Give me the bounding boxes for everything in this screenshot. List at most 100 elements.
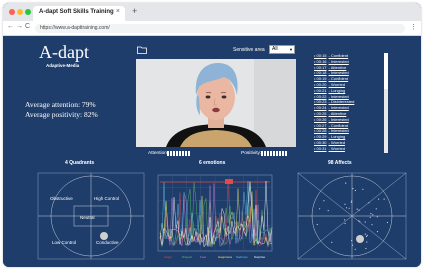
attention-meter-segment bbox=[176, 151, 178, 156]
log-entry-time: 00:23 bbox=[316, 99, 327, 105]
back-icon[interactable]: ← bbox=[7, 23, 14, 30]
log-entry-time: 00:31 bbox=[316, 145, 327, 151]
affect-point bbox=[344, 219, 346, 221]
attention-meter-segment bbox=[185, 151, 187, 156]
log-entry-label: Longing bbox=[330, 87, 346, 93]
log-entry[interactable]: • 00:31- Worried bbox=[314, 146, 386, 152]
log-entry-time: 00:15 bbox=[316, 53, 327, 58]
affect-point bbox=[368, 202, 370, 204]
log-entry-label: Interested bbox=[330, 128, 349, 134]
log-entry-label: Confident bbox=[330, 76, 349, 82]
affect-point bbox=[364, 233, 366, 235]
affect-point bbox=[386, 221, 388, 224]
log-entry-time: 00:24 bbox=[316, 105, 327, 111]
attention-meter-segment bbox=[188, 151, 190, 156]
quadrant-label-high-control: High Control bbox=[94, 196, 119, 201]
positivity-meter-segment bbox=[273, 151, 275, 156]
log-entry-time: 00:21 bbox=[316, 87, 327, 93]
url-field[interactable]: https://www.a-dapttraining.com/ bbox=[35, 24, 405, 33]
log-entry-label: Interested bbox=[330, 58, 349, 64]
emotions-legend-item: Anger bbox=[164, 255, 172, 259]
forward-icon[interactable]: → bbox=[16, 23, 23, 30]
person-image bbox=[136, 59, 296, 147]
log-entry-time: 00:29 bbox=[316, 134, 327, 140]
log-entry-time: 00:30 bbox=[316, 139, 327, 145]
affect-point bbox=[365, 247, 367, 250]
log-entry-label: Attentive bbox=[330, 64, 347, 70]
affect-point bbox=[354, 248, 356, 250]
affect-point bbox=[358, 220, 360, 222]
average-attention: Average attention: 79% bbox=[25, 100, 96, 109]
emotions-title: 6 emotions bbox=[199, 160, 226, 166]
minimize-window-icon[interactable] bbox=[17, 9, 23, 15]
positivity-meter bbox=[261, 151, 287, 156]
log-scrollbar[interactable] bbox=[384, 53, 388, 153]
affects-title: 98 Affects bbox=[328, 160, 352, 166]
affect-point bbox=[371, 224, 373, 226]
scrollbar-thumb[interactable] bbox=[384, 53, 388, 89]
affect-point bbox=[352, 188, 354, 190]
emotions-legend-item: Disgust bbox=[182, 255, 192, 259]
affect-point bbox=[369, 216, 371, 218]
affect-point bbox=[351, 200, 353, 202]
affect-point bbox=[344, 222, 346, 225]
positivity-meter-segment bbox=[282, 151, 284, 156]
chevron-down-icon: ▼ bbox=[289, 47, 293, 52]
log-entry-label: Attentive bbox=[330, 110, 347, 116]
positivity-meter-segment bbox=[264, 151, 266, 156]
tab-bar: A-dapt Soft Skills Training × + bbox=[3, 3, 421, 21]
affect-point bbox=[345, 182, 347, 184]
log-entry-time: 00:18 bbox=[316, 70, 327, 76]
affect-point bbox=[345, 207, 348, 209]
browser-menu-icon[interactable]: ⋮ bbox=[410, 23, 417, 31]
affect-point bbox=[356, 208, 358, 210]
log-entry-label: Longing bbox=[330, 134, 346, 140]
close-window-icon[interactable] bbox=[9, 9, 15, 15]
affect-point bbox=[366, 241, 368, 243]
emotions-chart: Anger Disgust Fear Happiness Sadness Surprise bbox=[157, 174, 273, 259]
log-entry-time: 00:22 bbox=[316, 93, 327, 99]
affect-point bbox=[366, 234, 368, 236]
quadrant-label-neutral: Neutral bbox=[80, 215, 95, 220]
folder-icon[interactable] bbox=[137, 46, 147, 54]
log-entry-label: Worried bbox=[330, 81, 345, 87]
affect-point bbox=[327, 210, 329, 212]
affect-point bbox=[370, 213, 372, 215]
browser-tab[interactable]: A-dapt Soft Skills Training × bbox=[33, 6, 125, 21]
sensitivity-select[interactable]: All ▼ bbox=[269, 45, 295, 54]
positivity-meter-segment bbox=[267, 151, 269, 156]
log-entry-label: Interested bbox=[330, 105, 349, 111]
affect-point bbox=[372, 214, 374, 216]
affect-point bbox=[352, 244, 354, 246]
log-entry-label: Interested bbox=[330, 93, 349, 99]
attention-meter-segment bbox=[182, 151, 184, 156]
positivity-meter-segment bbox=[279, 151, 281, 156]
sensitivity-label: Sensitive area bbox=[233, 47, 265, 53]
affect-point bbox=[350, 201, 352, 203]
reload-icon[interactable]: C bbox=[25, 23, 30, 30]
tab-close-icon[interactable]: × bbox=[116, 8, 120, 15]
affect-point bbox=[376, 216, 378, 218]
log-entry-time: 00:25 bbox=[316, 110, 327, 116]
affect-point bbox=[359, 221, 361, 223]
browser-window: A-dapt Soft Skills Training × + ← → C ht… bbox=[3, 3, 421, 267]
logo: A-dapt bbox=[39, 42, 89, 62]
log-entry-label: Confident bbox=[330, 122, 349, 128]
emotions-highlight-marker bbox=[225, 179, 233, 184]
webcam-video bbox=[136, 59, 296, 147]
log-entry-label: Disinterested bbox=[330, 99, 355, 105]
emotions-legend-item: Fear bbox=[200, 255, 206, 259]
emotions-legend-item: Surprise bbox=[254, 255, 266, 259]
affect-point bbox=[319, 208, 321, 210]
attention-meter-segment bbox=[179, 151, 181, 156]
affect-point bbox=[331, 241, 333, 243]
logo-subtitle: Adaptive-Media bbox=[46, 63, 80, 68]
log-entry-time: 00:16 bbox=[316, 58, 327, 64]
affect-point bbox=[323, 200, 325, 202]
maximize-window-icon[interactable] bbox=[25, 9, 31, 15]
attention-meter-segment bbox=[170, 151, 172, 156]
new-tab-icon[interactable]: + bbox=[132, 6, 137, 16]
average-positivity: Average positivity: 82% bbox=[25, 110, 98, 119]
affect-point bbox=[354, 189, 356, 192]
affect-point bbox=[316, 223, 318, 226]
